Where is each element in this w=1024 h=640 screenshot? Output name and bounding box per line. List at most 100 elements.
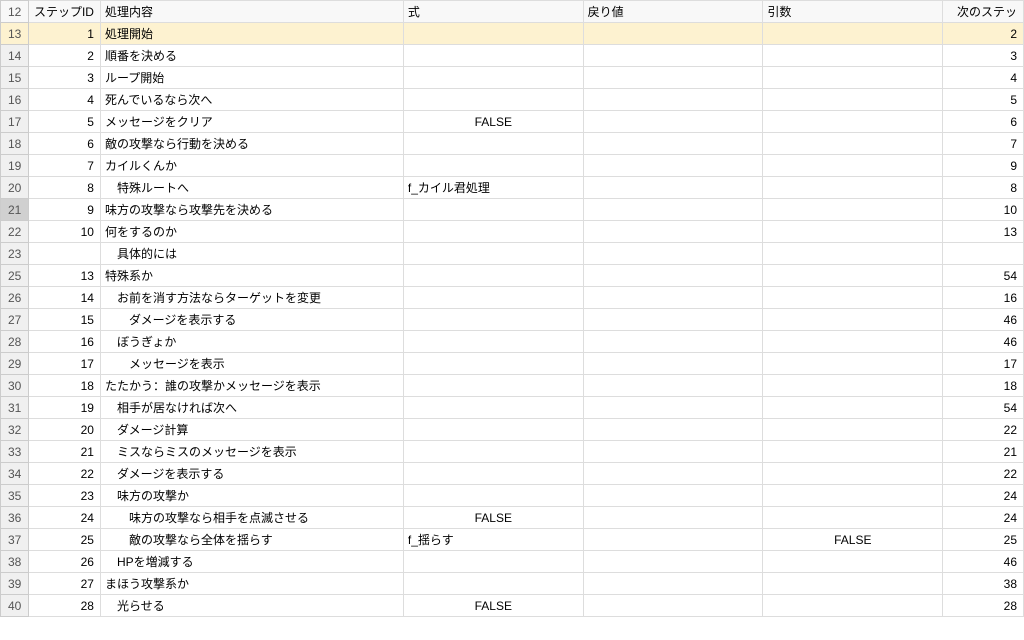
cell-next[interactable]: 17	[943, 353, 1024, 375]
cell-stepid[interactable]: 4	[29, 89, 101, 111]
cell-formula[interactable]	[403, 89, 583, 111]
cell-content[interactable]: 死んでいるなら次へ	[100, 89, 403, 111]
header-args[interactable]: 引数	[763, 1, 943, 23]
cell-args[interactable]	[763, 67, 943, 89]
cell-formula[interactable]	[403, 199, 583, 221]
cell-formula[interactable]	[403, 133, 583, 155]
cell-formula[interactable]	[403, 397, 583, 419]
row-number[interactable]: 38	[1, 551, 29, 573]
cell-next[interactable]: 9	[943, 155, 1024, 177]
cell-args[interactable]	[763, 573, 943, 595]
cell-return[interactable]	[583, 23, 763, 45]
cell-next[interactable]: 54	[943, 265, 1024, 287]
cell-formula[interactable]	[403, 155, 583, 177]
row-number[interactable]: 35	[1, 485, 29, 507]
row-number[interactable]: 29	[1, 353, 29, 375]
cell-args[interactable]	[763, 243, 943, 265]
header-return[interactable]: 戻り値	[583, 1, 763, 23]
cell-args[interactable]	[763, 595, 943, 617]
cell-stepid[interactable]: 3	[29, 67, 101, 89]
cell-next[interactable]: 46	[943, 309, 1024, 331]
cell-return[interactable]	[583, 155, 763, 177]
cell-content[interactable]: カイルくんか	[100, 155, 403, 177]
cell-next[interactable]: 18	[943, 375, 1024, 397]
cell-content[interactable]: 相手が居なければ次へ	[100, 397, 403, 419]
cell-next[interactable]: 22	[943, 419, 1024, 441]
cell-formula[interactable]	[403, 463, 583, 485]
cell-args[interactable]	[763, 309, 943, 331]
spreadsheet-grid[interactable]: 12ステップID処理内容式戻り値引数次のステッ131処理開始2142順番を決める…	[0, 0, 1024, 617]
cell-stepid[interactable]: 23	[29, 485, 101, 507]
cell-formula[interactable]: f_揺らす	[403, 529, 583, 551]
cell-formula[interactable]	[403, 265, 583, 287]
cell-stepid[interactable]: 5	[29, 111, 101, 133]
cell-content[interactable]: ダメージを表示する	[100, 463, 403, 485]
cell-formula[interactable]	[403, 287, 583, 309]
cell-formula[interactable]	[403, 375, 583, 397]
header-stepid[interactable]: ステップID	[29, 1, 101, 23]
cell-return[interactable]	[583, 529, 763, 551]
row-number[interactable]: 27	[1, 309, 29, 331]
cell-formula[interactable]	[403, 67, 583, 89]
cell-next[interactable]: 24	[943, 507, 1024, 529]
cell-return[interactable]	[583, 89, 763, 111]
cell-next[interactable]: 22	[943, 463, 1024, 485]
cell-formula[interactable]	[403, 551, 583, 573]
cell-stepid[interactable]: 9	[29, 199, 101, 221]
cell-stepid[interactable]: 21	[29, 441, 101, 463]
cell-return[interactable]	[583, 111, 763, 133]
cell-return[interactable]	[583, 243, 763, 265]
cell-stepid[interactable]: 24	[29, 507, 101, 529]
cell-content[interactable]: 光らせる	[100, 595, 403, 617]
cell-content[interactable]: ダメージ計算	[100, 419, 403, 441]
cell-formula[interactable]	[403, 419, 583, 441]
cell-stepid[interactable]: 17	[29, 353, 101, 375]
cell-args[interactable]	[763, 265, 943, 287]
cell-stepid[interactable]: 6	[29, 133, 101, 155]
cell-stepid[interactable]: 8	[29, 177, 101, 199]
cell-content[interactable]: HPを増減する	[100, 551, 403, 573]
row-number[interactable]: 31	[1, 397, 29, 419]
cell-stepid[interactable]: 13	[29, 265, 101, 287]
cell-args[interactable]	[763, 463, 943, 485]
cell-args[interactable]	[763, 419, 943, 441]
row-number[interactable]: 18	[1, 133, 29, 155]
row-number[interactable]: 12	[1, 1, 29, 23]
cell-formula[interactable]	[403, 353, 583, 375]
cell-return[interactable]	[583, 177, 763, 199]
cell-args[interactable]	[763, 199, 943, 221]
cell-stepid[interactable]: 16	[29, 331, 101, 353]
cell-content[interactable]: 敵の攻撃なら行動を決める	[100, 133, 403, 155]
cell-formula[interactable]	[403, 45, 583, 67]
cell-content[interactable]: 特殊系か	[100, 265, 403, 287]
cell-return[interactable]	[583, 133, 763, 155]
cell-next[interactable]: 54	[943, 397, 1024, 419]
cell-return[interactable]	[583, 45, 763, 67]
header-content[interactable]: 処理内容	[100, 1, 403, 23]
cell-return[interactable]	[583, 375, 763, 397]
cell-args[interactable]	[763, 133, 943, 155]
row-number[interactable]: 13	[1, 23, 29, 45]
cell-next[interactable]: 3	[943, 45, 1024, 67]
cell-next[interactable]: 38	[943, 573, 1024, 595]
row-number[interactable]: 14	[1, 45, 29, 67]
cell-stepid[interactable]: 15	[29, 309, 101, 331]
cell-content[interactable]: ミスならミスのメッセージを表示	[100, 441, 403, 463]
cell-return[interactable]	[583, 67, 763, 89]
cell-return[interactable]	[583, 595, 763, 617]
cell-args[interactable]	[763, 507, 943, 529]
cell-args[interactable]	[763, 485, 943, 507]
cell-formula[interactable]	[403, 23, 583, 45]
cell-next[interactable]	[943, 243, 1024, 265]
cell-stepid[interactable]: 25	[29, 529, 101, 551]
cell-stepid[interactable]: 2	[29, 45, 101, 67]
cell-return[interactable]	[583, 309, 763, 331]
cell-content[interactable]: ぼうぎょか	[100, 331, 403, 353]
cell-args[interactable]	[763, 331, 943, 353]
row-number[interactable]: 34	[1, 463, 29, 485]
cell-stepid[interactable]: 7	[29, 155, 101, 177]
cell-args[interactable]	[763, 89, 943, 111]
row-number[interactable]: 22	[1, 221, 29, 243]
cell-formula[interactable]	[403, 331, 583, 353]
cell-return[interactable]	[583, 287, 763, 309]
